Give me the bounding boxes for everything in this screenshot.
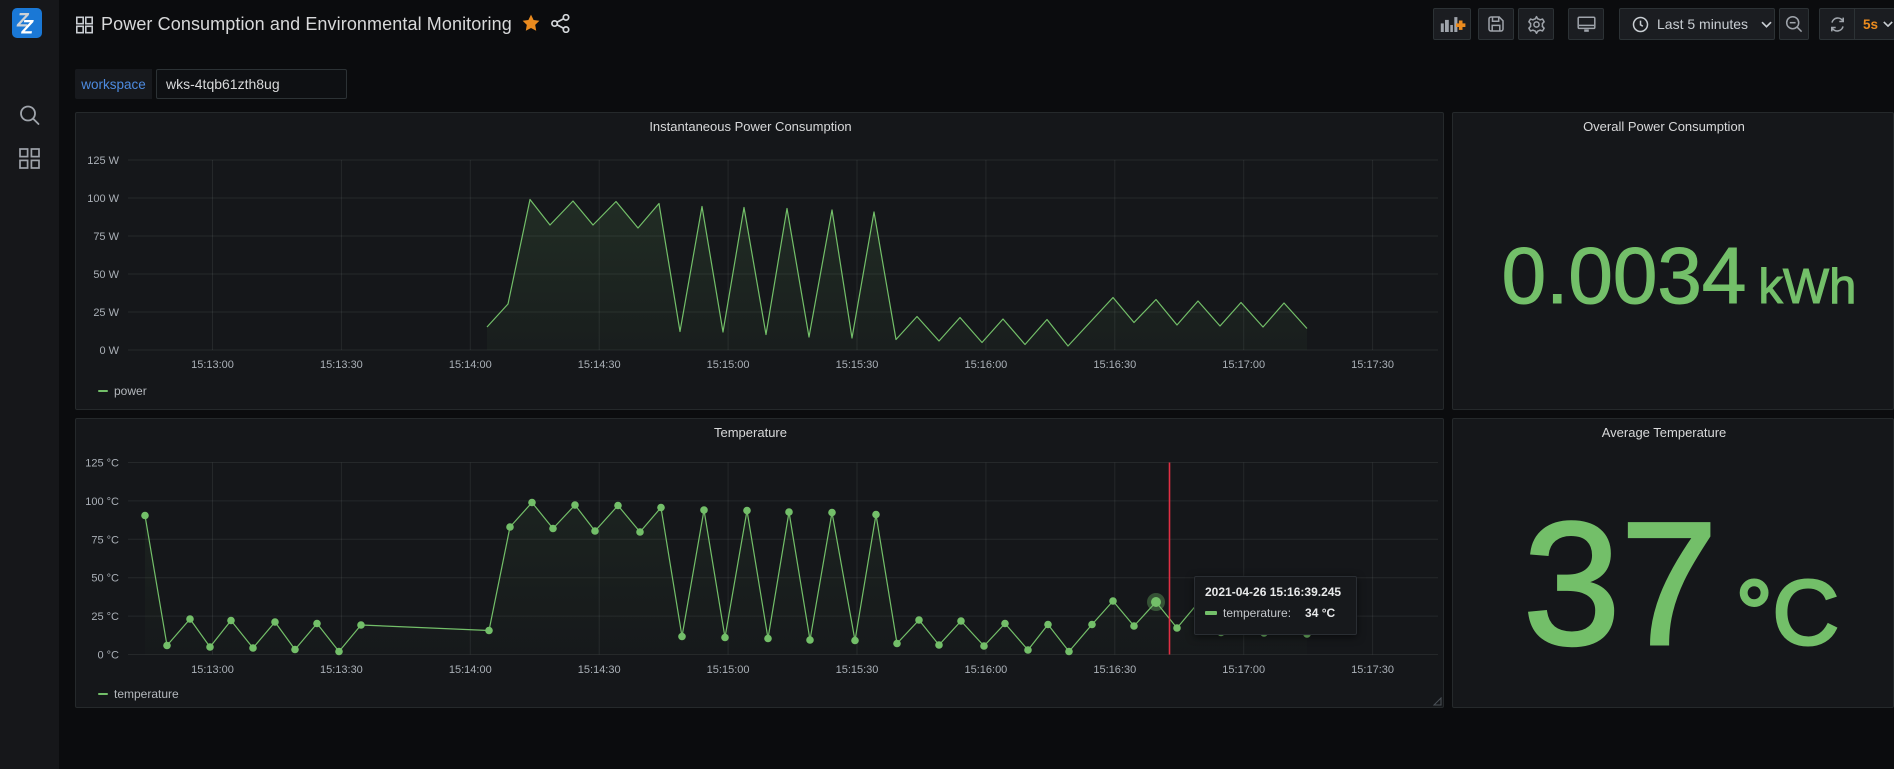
svg-text:75 °C: 75 °C (91, 534, 119, 546)
svg-text:125 W: 125 W (87, 155, 119, 167)
svg-text:15:13:00: 15:13:00 (191, 664, 234, 676)
svg-text:0 °C: 0 °C (97, 650, 119, 662)
svg-text:15:15:00: 15:15:00 (707, 664, 750, 676)
svg-text:15:13:00: 15:13:00 (191, 359, 234, 371)
svg-text:100 W: 100 W (87, 193, 119, 205)
svg-text:75 W: 75 W (93, 231, 119, 243)
svg-text:15:17:30: 15:17:30 (1351, 359, 1394, 371)
svg-text:15:16:30: 15:16:30 (1093, 359, 1136, 371)
svg-text:15:14:00: 15:14:00 (449, 664, 492, 676)
svg-text:15:13:30: 15:13:30 (320, 664, 363, 676)
svg-text:15:17:00: 15:17:00 (1222, 359, 1265, 371)
svg-text:25 °C: 25 °C (91, 611, 119, 623)
svg-text:15:14:00: 15:14:00 (449, 359, 492, 371)
svg-text:15:14:30: 15:14:30 (578, 664, 621, 676)
svg-text:15:16:30: 15:16:30 (1093, 664, 1136, 676)
svg-text:50 °C: 50 °C (91, 573, 119, 585)
svg-text:25 W: 25 W (93, 307, 119, 319)
svg-text:15:16:00: 15:16:00 (964, 359, 1007, 371)
svg-text:15:15:30: 15:15:30 (836, 664, 879, 676)
svg-text:0 W: 0 W (99, 345, 119, 357)
svg-text:50 W: 50 W (93, 269, 119, 281)
svg-text:15:15:00: 15:15:00 (707, 359, 750, 371)
svg-text:15:14:30: 15:14:30 (578, 359, 621, 371)
svg-text:15:17:30: 15:17:30 (1351, 664, 1394, 676)
svg-text:15:17:00: 15:17:00 (1222, 664, 1265, 676)
svg-text:125 °C: 125 °C (85, 458, 119, 470)
svg-text:Z: Z (21, 18, 35, 39)
svg-text:100 °C: 100 °C (85, 496, 119, 508)
svg-text:15:16:00: 15:16:00 (964, 664, 1007, 676)
svg-text:15:13:30: 15:13:30 (320, 359, 363, 371)
svg-text:15:15:30: 15:15:30 (836, 359, 879, 371)
